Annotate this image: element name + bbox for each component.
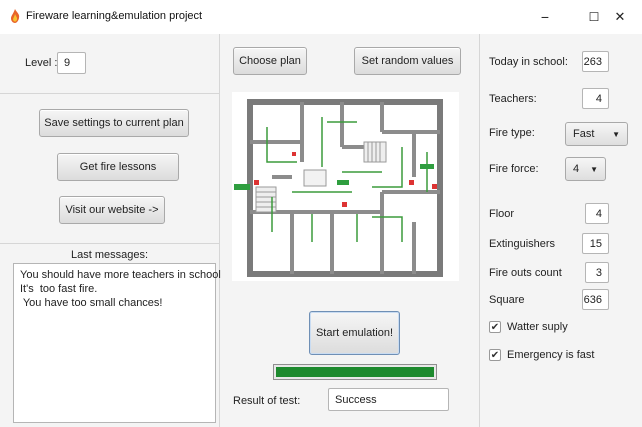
- get-fire-lessons-button[interactable]: Get fire lessons: [57, 153, 179, 181]
- start-emulation-button[interactable]: Start emulation!: [309, 311, 400, 355]
- messages-divider: [0, 243, 219, 244]
- close-button[interactable]: ✕: [600, 4, 640, 30]
- chevron-down-icon: ▼: [612, 129, 620, 139]
- emergency-fast-checkbox[interactable]: ✔: [489, 349, 501, 361]
- fire-force-value: 4: [573, 163, 580, 175]
- water-supply-label: Watter suply: [507, 321, 568, 333]
- result-label: Result of test:: [233, 395, 301, 407]
- emergency-fast-label: Emergency is fast: [507, 349, 595, 361]
- level-label: Level :: [25, 57, 58, 69]
- fire-force-label: Fire force:: [489, 163, 539, 175]
- choose-plan-button[interactable]: Choose plan: [233, 47, 307, 75]
- minimize-button[interactable]: −: [525, 4, 565, 30]
- today-in-school-label: Today in school:: [489, 56, 568, 68]
- left-divider: [219, 34, 220, 427]
- right-divider: [479, 34, 480, 427]
- floor-label: Floor: [489, 208, 515, 220]
- today-in-school-input[interactable]: 263: [582, 51, 609, 72]
- check-icon: ✔: [490, 321, 500, 333]
- emulation-progress-bar: [273, 364, 437, 380]
- progress-fill: [276, 367, 434, 377]
- floor-plan-image: [232, 92, 459, 281]
- save-settings-button[interactable]: Save settings to current plan: [39, 109, 189, 137]
- visit-website-button[interactable]: Visit our website ->: [59, 196, 165, 224]
- messages-box[interactable]: You should have more teachers in school …: [13, 263, 221, 423]
- level-divider: [0, 93, 219, 94]
- fire-outs-count-input[interactable]: 3: [585, 262, 609, 283]
- extinguishers-input[interactable]: 15: [582, 233, 609, 254]
- message-line: You have too small chances!: [20, 297, 163, 309]
- fire-type-value: Fast: [573, 128, 595, 140]
- result-field[interactable]: Success: [328, 388, 449, 411]
- fire-type-label: Fire type:: [489, 127, 535, 139]
- chevron-down-icon: ▼: [590, 164, 598, 174]
- fire-force-select[interactable]: 4 ▼: [565, 157, 606, 181]
- level-input[interactable]: 9: [57, 52, 86, 74]
- set-random-values-button[interactable]: Set random values: [354, 47, 461, 75]
- water-supply-checkbox[interactable]: ✔: [489, 321, 501, 333]
- message-line: It's too fast fire.: [20, 283, 98, 295]
- check-icon: ✔: [490, 349, 500, 361]
- extinguishers-label: Extinguishers: [489, 238, 556, 250]
- messages-title: Last messages:: [70, 249, 149, 261]
- app-icon: [10, 9, 20, 23]
- teachers-label: Teachers:: [489, 93, 537, 105]
- fire-type-select[interactable]: Fast ▼: [565, 122, 628, 146]
- square-label: Square: [489, 294, 525, 306]
- fire-outs-count-label: Fire outs count: [489, 267, 562, 279]
- square-input[interactable]: 636: [582, 289, 609, 310]
- message-line: You should have more teachers in school: [20, 269, 221, 281]
- window-title: Fireware learning&emulation project: [26, 10, 203, 22]
- teachers-input[interactable]: 4: [582, 88, 609, 109]
- floor-input[interactable]: 4: [585, 203, 609, 224]
